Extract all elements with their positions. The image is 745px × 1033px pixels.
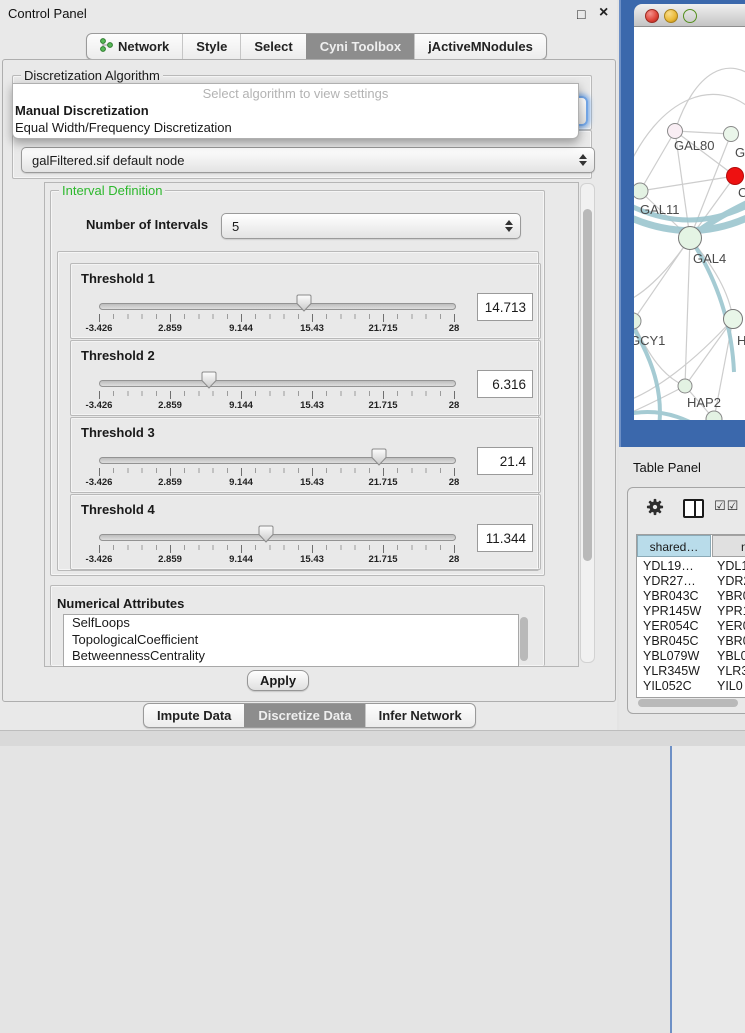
- show-columns-icon[interactable]: [683, 499, 704, 518]
- vertical-scrollbar[interactable]: [580, 183, 595, 663]
- node-label: H: [737, 333, 745, 348]
- threshold-2-value[interactable]: 6.316: [477, 370, 533, 398]
- attributes-list: SelfLoops TopologicalCoefficient Between…: [63, 614, 519, 667]
- close-traffic-icon[interactable]: [645, 9, 659, 23]
- node-label: HAP2: [687, 395, 721, 410]
- group-title: Interval Definition: [59, 183, 165, 198]
- column-header-shared-name[interactable]: shared…: [637, 535, 711, 557]
- interval-definition-group: Interval Definition Number of Intervals …: [50, 190, 545, 576]
- table-row[interactable]: YDR27…YDR2: [637, 574, 745, 589]
- control-panel: Control Panel □ × Network Style Select C…: [0, 0, 617, 730]
- tab-infer-network[interactable]: Infer Network: [365, 704, 475, 727]
- popup-option-manual-discretization[interactable]: Manual Discretization: [15, 103, 149, 118]
- node: [634, 183, 648, 199]
- network-canvas[interactable]: GAL80 GA GAL11 C GAL4 GCY1 H HAP2: [634, 27, 745, 420]
- slider-thumb[interactable]: [258, 525, 274, 543]
- threshold-1-panel: Threshold 1 -3.426 2.859 9.144 15.43 21.…: [70, 263, 541, 339]
- table-row[interactable]: YER054CYER0: [637, 619, 745, 634]
- top-tab-bar: Network Style Select Cyni Toolbox jActiv…: [86, 33, 547, 60]
- threshold-3-panel: Threshold 3 -3.426 2.859 9.144 15.43 21.…: [70, 417, 541, 493]
- threshold-1-slider[interactable]: [99, 303, 456, 310]
- tab-impute-data[interactable]: Impute Data: [144, 704, 244, 727]
- node-label: GAL11: [640, 202, 680, 217]
- scrollbar-thumb[interactable]: [583, 209, 592, 561]
- zoom-traffic-icon[interactable]: [683, 9, 697, 23]
- network-window-titlebar[interactable]: [634, 4, 745, 27]
- node-label: GCY1: [634, 333, 665, 348]
- num-intervals-label: Number of Intervals: [86, 217, 208, 232]
- apply-button[interactable]: Apply: [247, 670, 309, 691]
- popup-prompt: Select algorithm to view settings: [13, 86, 578, 101]
- network-window: GAL80 GA GAL11 C GAL4 GCY1 H HAP2: [634, 4, 745, 420]
- slider-thumb[interactable]: [371, 448, 387, 466]
- table-row[interactable]: YBL079WYBL0: [637, 649, 745, 664]
- threshold-2-panel: Threshold 2 -3.426 2.859 9.144 15.43 21.…: [70, 340, 541, 416]
- network-icon: [100, 38, 113, 55]
- table-row[interactable]: YIL052CYIL0: [637, 679, 745, 694]
- panel-title: Control Panel: [8, 6, 87, 21]
- threshold-4-value[interactable]: 11.344: [477, 524, 533, 552]
- group-title: Discretization Algorithm: [21, 68, 163, 83]
- tab-discretize-data[interactable]: Discretize Data: [244, 704, 364, 727]
- numerical-attributes-label: Numerical Attributes: [57, 596, 184, 611]
- node-table: shared… n YDL19…YDL1 YDR27…YDR2 YBR043CY…: [636, 534, 745, 698]
- table-row[interactable]: YBR043CYBR0: [637, 589, 745, 604]
- table-row[interactable]: YBR045CYBR0: [637, 634, 745, 649]
- tab-network[interactable]: Network: [87, 34, 182, 59]
- list-item[interactable]: SelfLoops: [64, 615, 518, 632]
- tab-cyni-toolbox[interactable]: Cyni Toolbox: [306, 34, 414, 59]
- node: [724, 310, 743, 329]
- tab-style[interactable]: Style: [182, 34, 240, 59]
- node: [724, 127, 739, 142]
- node-gal4: [679, 227, 702, 250]
- list-item[interactable]: BetweennessCentrality: [64, 648, 518, 665]
- list-item[interactable]: TopologicalCoefficient: [64, 632, 518, 649]
- table-panel-box: ☑☑ shared… n YDL19…YDL1 YDR27…YDR2 YBR04…: [627, 487, 745, 714]
- thresholds-group: Threshold's Coordinates for 5 Intervals …: [57, 251, 539, 571]
- settings-gear-icon[interactable]: [646, 498, 664, 521]
- table-panel-title: Table Panel: [633, 460, 701, 475]
- slider-thumb[interactable]: [201, 371, 217, 389]
- select-columns-checkboxes-icon[interactable]: ☑☑: [714, 498, 739, 514]
- table-hscrollbar-thumb[interactable]: [638, 699, 738, 707]
- table-row[interactable]: YDL19…YDL1: [637, 559, 745, 574]
- algorithm-dropdown-popup: Select algorithm to view settings Manual…: [12, 83, 579, 139]
- table-row[interactable]: YPR145WYPR1: [637, 604, 745, 619]
- node: [668, 124, 683, 139]
- tab-select[interactable]: Select: [240, 34, 305, 59]
- threshold-4-panel: Threshold 4 -3.426 2.859 9.144 15.43 21.…: [70, 494, 541, 570]
- spinner-arrows-icon: [505, 220, 513, 232]
- minimize-traffic-icon[interactable]: [664, 9, 678, 23]
- column-header-name[interactable]: n: [712, 535, 745, 557]
- threshold-2-slider[interactable]: [99, 380, 456, 387]
- node-label: GAL80: [674, 138, 714, 153]
- popup-option-equal-width[interactable]: Equal Width/Frequency Discretization: [15, 120, 232, 135]
- tab-jactivemnodules[interactable]: jActiveMNodules: [414, 34, 546, 59]
- window-bottom-edge: [0, 730, 745, 746]
- node: [634, 313, 641, 329]
- threshold-3-slider[interactable]: [99, 457, 456, 464]
- node-label: GAL4: [693, 251, 726, 266]
- combo-arrows-icon: [579, 154, 587, 166]
- node: [678, 379, 692, 393]
- close-icon[interactable]: ×: [599, 4, 608, 22]
- slider-thumb[interactable]: [296, 294, 312, 312]
- node-label: C: [738, 185, 745, 200]
- node-label: GA: [735, 145, 745, 160]
- list-scrollbar-thumb[interactable]: [520, 617, 528, 661]
- threshold-3-value[interactable]: 21.4: [477, 447, 533, 475]
- threshold-4-slider[interactable]: [99, 534, 456, 541]
- threshold-1-value[interactable]: 14.713: [477, 293, 533, 321]
- node-selected: [727, 168, 744, 185]
- num-intervals-spinner[interactable]: 5: [221, 213, 521, 239]
- table-data-combobox[interactable]: galFiltered.sif default node: [21, 147, 595, 173]
- table-row[interactable]: YLR345WYLR3: [637, 664, 745, 679]
- float-icon[interactable]: □: [577, 6, 585, 22]
- attributes-group: Attributes to discretize Numerical Attri…: [50, 585, 545, 666]
- bottom-tab-bar: Impute Data Discretize Data Infer Networ…: [143, 703, 476, 728]
